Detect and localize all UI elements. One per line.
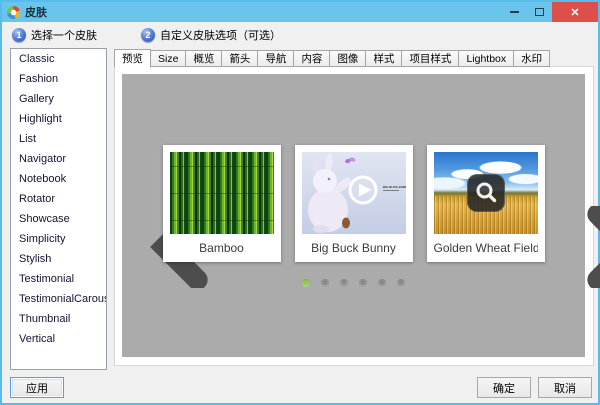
step-1-badge: 1 [12, 28, 26, 42]
tab-2[interactable]: 概览 [185, 50, 222, 67]
tab-0[interactable]: 预览 [114, 49, 151, 68]
tab-4[interactable]: 导航 [257, 50, 294, 67]
maximize-button[interactable] [527, 2, 552, 22]
title-bar: 皮肤 ✕ [2, 2, 598, 22]
skin-item-testimonialcarousel[interactable]: TestimonialCarousel [11, 289, 106, 309]
slide-card-video[interactable]: BIG BUCK BUNNY Big Buck Bunny [295, 145, 413, 262]
skin-dialog: 皮肤 ✕ 1 选择一个皮肤 2 自定义皮肤选项（可选） ClassicFashi… [0, 0, 600, 405]
tab-1[interactable]: Size [150, 50, 186, 67]
pagination-dot-1[interactable] [321, 279, 329, 287]
skin-item-rotator[interactable]: Rotator [11, 189, 106, 209]
step-1-header: 1 选择一个皮肤 [12, 27, 97, 43]
video-title-overlay: BIG BUCK BUNNY [383, 185, 406, 189]
skin-item-navigator[interactable]: Navigator [11, 149, 106, 169]
cancel-button[interactable]: 取消 [538, 377, 592, 398]
pagination-dot-4[interactable] [378, 279, 386, 287]
preview-area: Bamboo [122, 74, 585, 357]
magnifier-icon [473, 180, 499, 206]
app-icon [7, 6, 20, 19]
slide-caption: Bamboo [170, 234, 274, 262]
skin-item-simplicity[interactable]: Simplicity [11, 229, 106, 249]
video-thumbnail: BIG BUCK BUNNY [302, 152, 406, 234]
minimize-button[interactable] [502, 2, 527, 22]
tab-6[interactable]: 图像 [329, 50, 366, 67]
play-icon[interactable] [350, 177, 376, 203]
skin-item-classic[interactable]: Classic [11, 49, 106, 69]
close-button[interactable]: ✕ [552, 2, 598, 22]
tab-3[interactable]: 箭头 [221, 50, 258, 67]
ok-button[interactable]: 确定 [477, 377, 531, 398]
skin-list: ClassicFashionGalleryHighlightListNaviga… [10, 48, 107, 370]
step-headers: 1 选择一个皮肤 2 自定义皮肤选项（可选） [2, 23, 598, 46]
step-2-header: 2 自定义皮肤选项（可选） [141, 27, 281, 43]
skin-item-list[interactable]: List [11, 129, 106, 149]
tab-8[interactable]: 项目样式 [401, 50, 459, 67]
pagination-dot-0[interactable] [302, 279, 310, 287]
pagination-dot-2[interactable] [340, 279, 348, 287]
skin-item-testimonial[interactable]: Testimonial [11, 269, 106, 289]
wheat-thumbnail [434, 152, 538, 234]
bunny-illustration: BIG BUCK BUNNY [302, 152, 406, 234]
skin-item-stylish[interactable]: Stylish [11, 249, 106, 269]
minimize-icon [510, 11, 519, 13]
tab-7[interactable]: 样式 [365, 50, 402, 67]
skin-item-showcase[interactable]: Showcase [11, 209, 106, 229]
pagination-dots [302, 279, 405, 287]
skin-item-highlight[interactable]: Highlight [11, 109, 106, 129]
skin-item-notebook[interactable]: Notebook [11, 169, 106, 189]
maximize-icon [535, 8, 544, 16]
slide-card-wheat[interactable]: Golden Wheat Field [427, 145, 545, 262]
pagination-dot-3[interactable] [359, 279, 367, 287]
bamboo-thumbnail [170, 152, 274, 234]
skin-item-gallery[interactable]: Gallery [11, 89, 106, 109]
skin-item-vertical[interactable]: Vertical [11, 329, 106, 349]
apply-button[interactable]: 应用 [10, 377, 64, 398]
carousel-stage: Bamboo [122, 74, 585, 357]
slide-caption: Big Buck Bunny [302, 234, 406, 262]
window-controls: ✕ [502, 2, 598, 22]
skin-item-fashion[interactable]: Fashion [11, 69, 106, 89]
window-title: 皮肤 [25, 4, 47, 20]
pagination-dot-5[interactable] [397, 279, 405, 287]
tab-10[interactable]: 水印 [513, 50, 550, 67]
tab-5[interactable]: 内容 [293, 50, 330, 67]
step-2-label: 自定义皮肤选项（可选） [160, 27, 281, 43]
zoom-badge[interactable] [467, 174, 505, 212]
tab-9[interactable]: Lightbox [458, 50, 514, 67]
step-2-badge: 2 [141, 28, 155, 42]
step-1-label: 选择一个皮肤 [31, 27, 97, 43]
skin-item-thumbnail[interactable]: Thumbnail [11, 309, 106, 329]
slide-card-bamboo[interactable]: Bamboo [163, 145, 281, 262]
tab-panel: Bamboo [114, 66, 594, 366]
slide-caption: Golden Wheat Field [434, 234, 538, 262]
tab-strip: 预览Size概览箭头导航内容图像样式项目样式Lightbox水印 [114, 48, 549, 67]
carousel-cards: Bamboo [163, 145, 545, 262]
